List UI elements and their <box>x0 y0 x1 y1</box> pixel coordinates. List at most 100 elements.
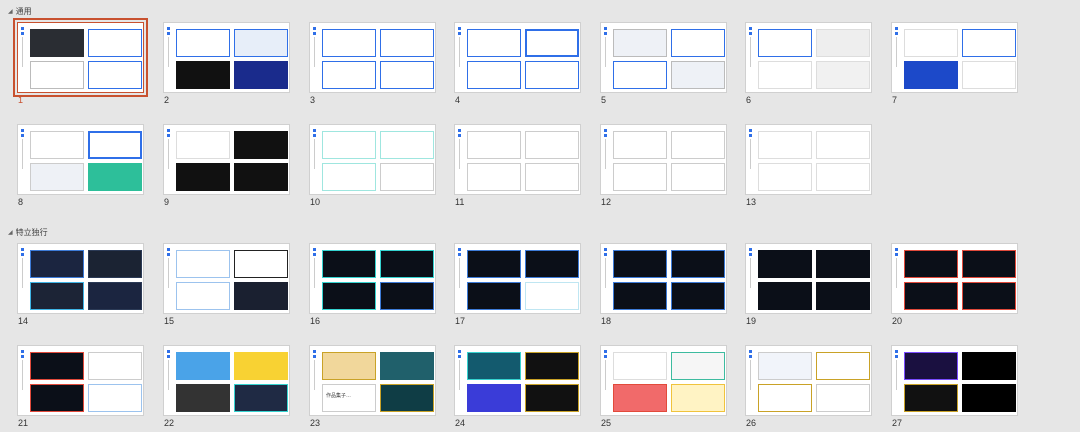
slide-panel <box>88 61 142 89</box>
triangle-collapse-icon[interactable]: ◢ <box>8 8 13 15</box>
slide-sidebar-decoration <box>312 248 317 310</box>
slide-panel <box>758 250 812 278</box>
slide-panel <box>176 282 230 310</box>
slide-thumbnail[interactable] <box>13 18 148 97</box>
slide-panel <box>30 131 84 159</box>
slide-thumbnail[interactable] <box>745 345 872 416</box>
slide-panel <box>904 282 958 310</box>
slide-thumbnail[interactable] <box>454 243 581 314</box>
slide-panel <box>671 250 725 278</box>
slide-panel <box>380 352 434 380</box>
slide-panel <box>322 352 376 380</box>
slide-panel <box>816 282 870 310</box>
slide-panel <box>671 61 725 89</box>
slide-panel <box>613 163 667 191</box>
slide-sidebar-decoration <box>603 248 608 310</box>
slide-thumbnail[interactable] <box>454 345 581 416</box>
slide-panel <box>234 131 288 159</box>
slide-sidebar-decoration <box>20 248 25 310</box>
slide-thumbnail[interactable] <box>600 243 727 314</box>
slide-thumbnail[interactable] <box>309 22 436 93</box>
slide-thumbnail[interactable] <box>454 22 581 93</box>
slide-number: 4 <box>455 95 461 105</box>
slide-number: 7 <box>892 95 898 105</box>
slide-thumbnail[interactable] <box>163 345 290 416</box>
slide-panel <box>816 29 870 57</box>
slide-number: 23 <box>310 418 321 428</box>
slide-sidebar-decoration <box>603 350 608 412</box>
slide-number: 18 <box>601 316 612 326</box>
slide-thumbnail[interactable] <box>454 124 581 195</box>
slide-panel <box>758 131 812 159</box>
slide-panel <box>234 29 288 57</box>
slide-panel <box>30 29 84 57</box>
slide-thumbnail[interactable] <box>309 243 436 314</box>
slide-thumbnail[interactable] <box>600 345 727 416</box>
slide-thumbnail[interactable] <box>891 243 1018 314</box>
slide-sidebar-decoration <box>603 129 608 191</box>
slide-sidebar-decoration <box>894 27 899 89</box>
slide-number: 8 <box>18 197 24 207</box>
slide-panel <box>613 282 667 310</box>
slide-panel <box>322 131 376 159</box>
slide-panel <box>467 131 521 159</box>
slide-panel <box>904 250 958 278</box>
slide-thumbnail[interactable] <box>600 124 727 195</box>
slide-panel <box>962 384 1016 412</box>
slide-sidebar-decoration <box>20 129 25 191</box>
slide-sidebar-decoration <box>166 248 171 310</box>
slide-panel <box>758 384 812 412</box>
slide-thumbnail[interactable] <box>17 345 144 416</box>
slide-thumbnail[interactable] <box>17 124 144 195</box>
slide-panel <box>176 384 230 412</box>
slide-sidebar-decoration <box>457 248 462 310</box>
slide-thumbnail[interactable] <box>745 22 872 93</box>
slide-panel <box>322 250 376 278</box>
slide-number: 3 <box>310 95 316 105</box>
slide-sidebar-decoration <box>166 350 171 412</box>
slide-panel <box>322 282 376 310</box>
slide-panel <box>904 29 958 57</box>
slide-panel <box>962 250 1016 278</box>
slide-panel <box>176 352 230 380</box>
slide-panel <box>467 384 521 412</box>
slide-panel <box>176 61 230 89</box>
slide-panel <box>816 61 870 89</box>
triangle-collapse-icon[interactable]: ◢ <box>8 229 13 236</box>
slide-thumbnail[interactable] <box>163 124 290 195</box>
slide-thumbnail[interactable] <box>163 22 290 93</box>
section-header-unique[interactable]: ◢ 特立独行 <box>8 227 48 238</box>
slide-panel <box>613 29 667 57</box>
slide-panel <box>904 384 958 412</box>
slide-panel <box>380 61 434 89</box>
slide-panel <box>30 384 84 412</box>
slide-sidebar-decoration <box>312 350 317 412</box>
slide-panel <box>525 131 579 159</box>
slide-thumbnail[interactable] <box>891 22 1018 93</box>
slide-thumbnail[interactable] <box>891 345 1018 416</box>
slide-sidebar-decoration <box>748 27 753 89</box>
slide-thumbnail[interactable] <box>600 22 727 93</box>
slide-sidebar-decoration <box>20 27 25 89</box>
slide-number: 21 <box>18 418 29 428</box>
slide-thumbnail[interactable] <box>309 124 436 195</box>
slide-thumbnail[interactable]: 作品集子… <box>309 345 436 416</box>
slide-panel <box>380 384 434 412</box>
slide-thumbnail[interactable] <box>745 124 872 195</box>
slide-sidebar-decoration <box>166 129 171 191</box>
slide-panel <box>758 352 812 380</box>
section-header-general[interactable]: ◢ 通用 <box>8 6 32 17</box>
slide-panel <box>88 282 142 310</box>
slide-number: 10 <box>310 197 321 207</box>
slide-number: 6 <box>746 95 752 105</box>
slide-panel <box>962 282 1016 310</box>
slide-thumbnail[interactable] <box>745 243 872 314</box>
slide-panel <box>88 352 142 380</box>
slide-thumbnail[interactable] <box>17 243 144 314</box>
slide-panel <box>525 352 579 380</box>
slide-thumbnail[interactable] <box>163 243 290 314</box>
slide-panel <box>322 29 376 57</box>
slide-sidebar-decoration <box>748 248 753 310</box>
slide-panel <box>176 250 230 278</box>
slide-panel <box>525 61 579 89</box>
